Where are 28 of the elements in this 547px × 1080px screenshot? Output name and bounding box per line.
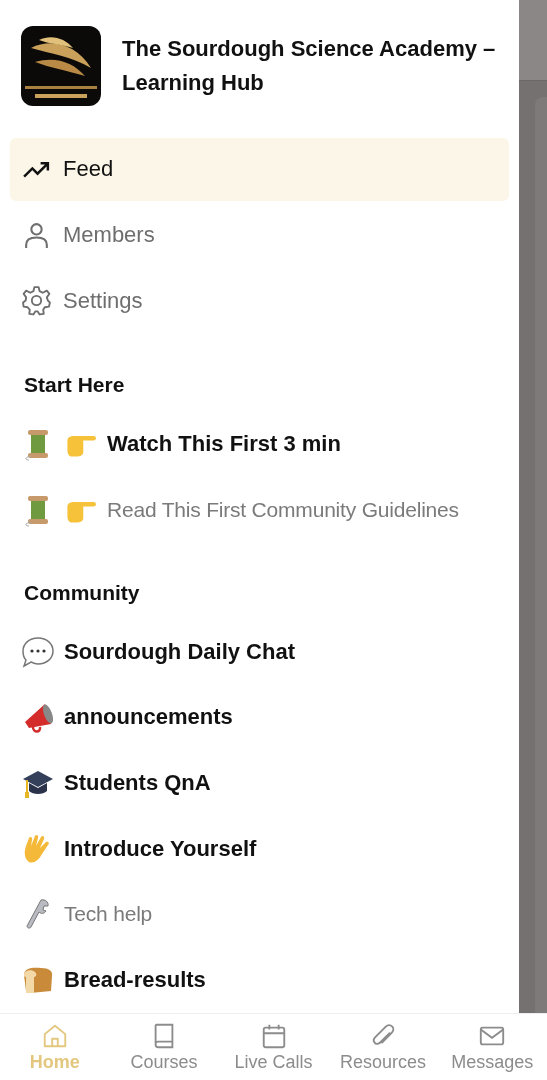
tab-item[interactable]: Messages xyxy=(437,1014,547,1080)
channel-item[interactable]: Sourdough Daily Chat xyxy=(10,618,509,685)
channel-item[interactable]: Students QnA xyxy=(10,750,509,816)
settings-icon xyxy=(21,285,52,317)
channel-label: Sourdough Daily Chat xyxy=(64,638,295,665)
channel-label: announcements xyxy=(64,704,233,731)
channel-label: Read This First Community Guidelines xyxy=(107,497,459,522)
tab-item[interactable]: Live Calls xyxy=(218,1014,329,1080)
channel-item[interactable]: Tech help xyxy=(10,881,509,948)
nav-item[interactable]: Settings xyxy=(10,269,509,333)
channel-item[interactable]: announcements xyxy=(10,684,509,751)
tab-item[interactable]: Courses xyxy=(109,1014,219,1080)
channel-item[interactable]: Read This First Community Guidelines xyxy=(10,477,509,543)
channel-item[interactable]: Bread-results xyxy=(10,947,509,1014)
section-heading: Community xyxy=(23,579,141,606)
channel-item[interactable]: Watch This First 3 min xyxy=(10,411,509,477)
community-title: The Sourdough Science Academy – Learning Hub xyxy=(122,35,497,97)
speech-bubble-icon xyxy=(21,634,55,669)
channel-label: Tech help xyxy=(64,902,153,927)
section-heading: Start Here xyxy=(23,372,126,399)
nav-item[interactable]: Members xyxy=(10,203,509,267)
channel-label: Students QnA xyxy=(64,770,211,797)
channel-item[interactable]: Introduce Yourself xyxy=(10,815,509,882)
nav-item[interactable]: Feed xyxy=(10,138,509,201)
channel-label: Watch This First 3 min xyxy=(107,431,341,458)
tab-item[interactable]: Resources xyxy=(328,1014,438,1080)
channel-label: Introduce Yourself xyxy=(64,835,257,862)
channel-label: Bread-results xyxy=(64,967,206,994)
